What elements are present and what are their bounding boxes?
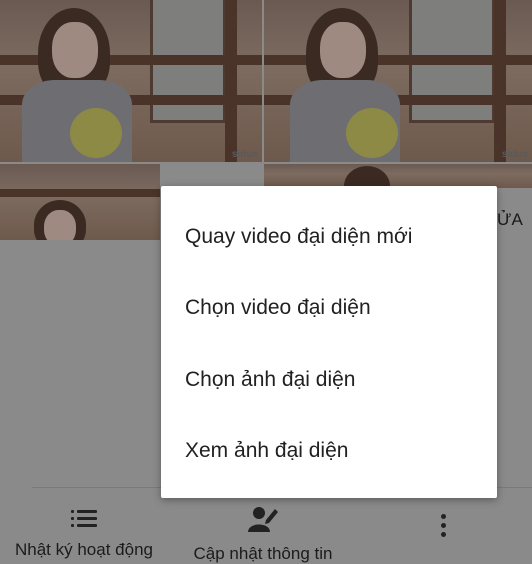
activity-log-button[interactable]: Nhật ký hoạt động bbox=[6, 500, 162, 560]
profile-photo-thumbnail: sidus bbox=[0, 0, 262, 162]
update-info-button[interactable]: Cập nhật thông tin bbox=[182, 500, 344, 564]
more-options-button[interactable] bbox=[428, 514, 458, 537]
list-icon bbox=[71, 510, 97, 528]
profile-photo-thumbnail: sidus bbox=[264, 0, 532, 162]
activity-log-label: Nhật ký hoạt động bbox=[15, 540, 153, 559]
profile-photo-thumbnail bbox=[264, 164, 532, 188]
profile-photo-thumbnail bbox=[0, 164, 160, 240]
update-info-label: Cập nhật thông tin bbox=[193, 544, 333, 563]
edit-profile-icon bbox=[248, 504, 278, 532]
partial-heading-text: ỬA bbox=[497, 210, 523, 229]
menu-item-view-profile-picture[interactable]: Xem ảnh đại diện bbox=[161, 415, 497, 487]
profile-picture-menu: Quay video đại diện mới Chọn video đại d… bbox=[161, 186, 497, 498]
menu-item-choose-profile-video[interactable]: Chọn video đại diện bbox=[161, 272, 497, 344]
photo-watermark: sidus bbox=[231, 149, 258, 160]
menu-item-choose-profile-picture[interactable]: Chọn ảnh đại diện bbox=[161, 344, 497, 416]
more-vertical-icon bbox=[440, 514, 446, 537]
photo-watermark: sidus bbox=[501, 149, 528, 160]
menu-item-record-new-profile-video[interactable]: Quay video đại diện mới bbox=[161, 201, 497, 273]
